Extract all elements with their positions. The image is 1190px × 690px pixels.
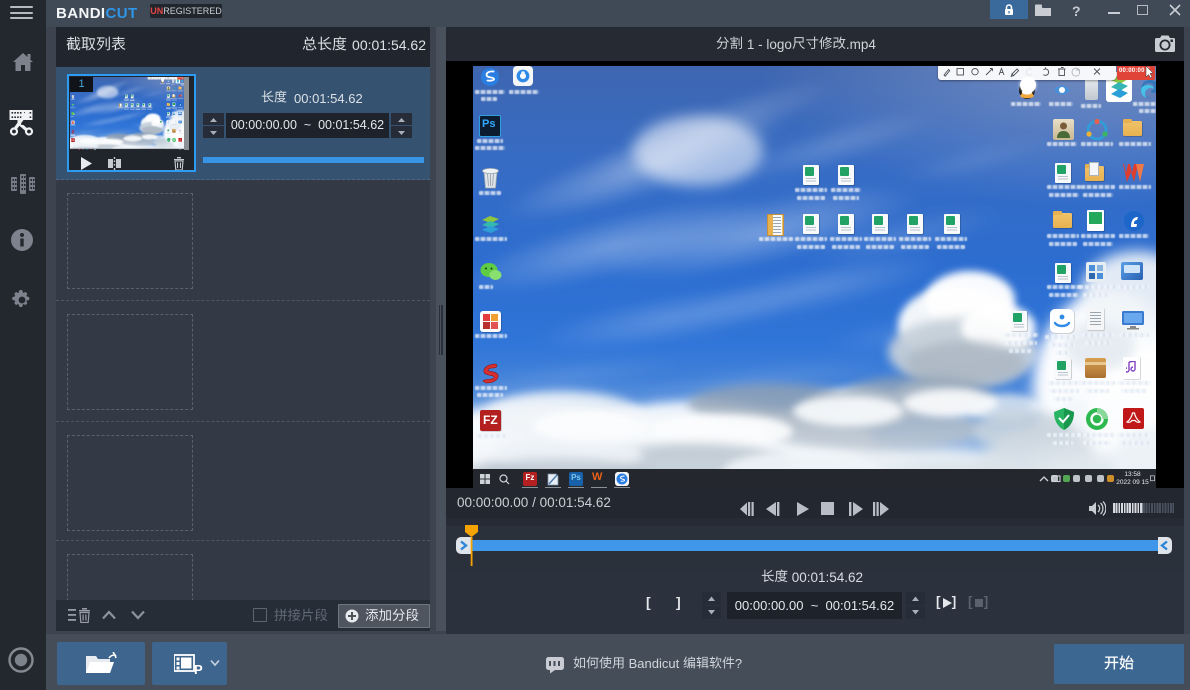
svg-text:P: P — [194, 662, 203, 675]
